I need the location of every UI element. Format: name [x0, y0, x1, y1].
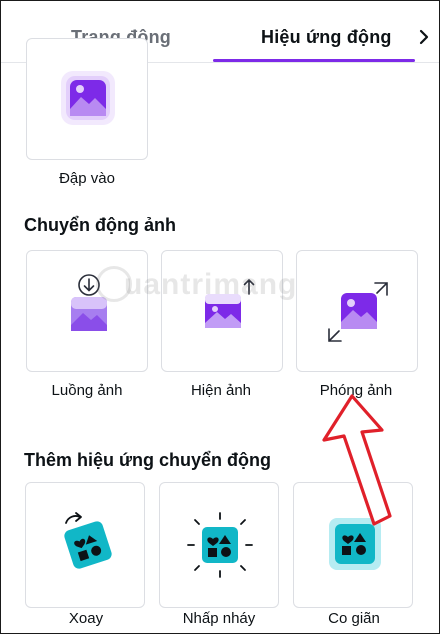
tile-label-luong-anh: Luồng ảnh [51, 382, 123, 399]
watermark: uantrimang [124, 268, 298, 301]
active-tab-indicator [213, 59, 415, 62]
tile-label-dap-vao: Đập vào [59, 170, 115, 187]
section-title-more-motion: Thêm hiệu ứng chuyển động [24, 450, 272, 470]
effect-tile-xoay[interactable] [25, 482, 145, 608]
tile-label-hien-anh: Hiện ảnh [190, 382, 252, 399]
effect-tile-dap-vao[interactable] [26, 38, 148, 160]
red-arrow-annotation [322, 394, 392, 526]
rotate-icon [64, 512, 112, 569]
chevron-right-icon[interactable] [417, 27, 431, 47]
tile-label-nhap-nhay: Nhấp nháy [182, 610, 256, 627]
shapes-icon [187, 512, 253, 578]
effect-tile-nhap-nhay[interactable] [159, 482, 279, 608]
tab-hieu-ung-dong[interactable]: Hiệu ứng động [261, 27, 392, 48]
tile-label-co-gian: Co giãn [328, 610, 380, 627]
section-title-photo-motion: Chuyển động ảnh [24, 215, 176, 235]
tile-label-xoay: Xoay [68, 610, 104, 627]
image-icon [61, 71, 115, 125]
effect-tile-phong-anh[interactable] [296, 250, 418, 372]
expand-arrows-icon [328, 282, 388, 342]
